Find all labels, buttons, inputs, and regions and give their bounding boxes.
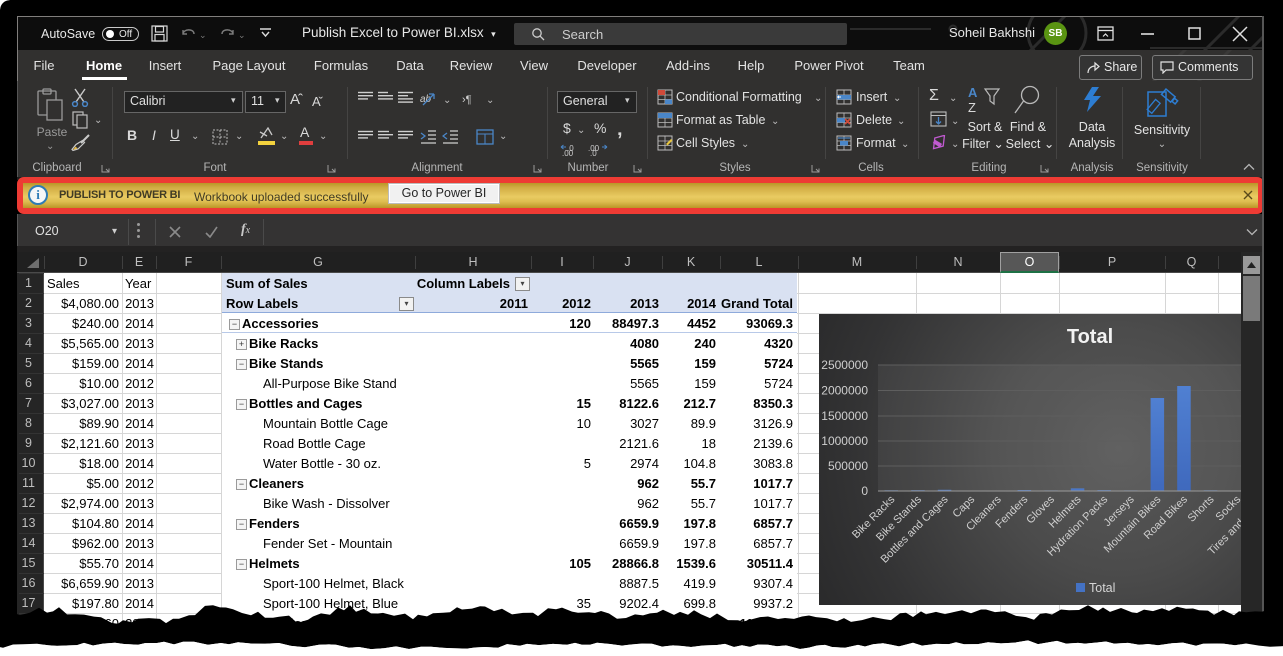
svg-text:›¶: ›¶ (462, 94, 472, 106)
svg-text:Z: Z (968, 100, 976, 115)
svg-text:500000: 500000 (828, 459, 868, 473)
svg-text:1500000: 1500000 (821, 409, 868, 423)
svg-text:2500000: 2500000 (821, 358, 868, 372)
svg-text:.0: .0 (590, 149, 597, 157)
svg-text:1000000: 1000000 (821, 434, 868, 448)
svg-text:2000000: 2000000 (821, 384, 868, 398)
svg-text:A: A (968, 86, 978, 100)
svg-text:Total: Total (1067, 326, 1113, 348)
svg-text:ab: ab (420, 94, 432, 105)
svg-text:0: 0 (861, 484, 868, 498)
svg-text:.00: .00 (562, 149, 574, 157)
svg-text:Total: Total (1089, 581, 1115, 595)
